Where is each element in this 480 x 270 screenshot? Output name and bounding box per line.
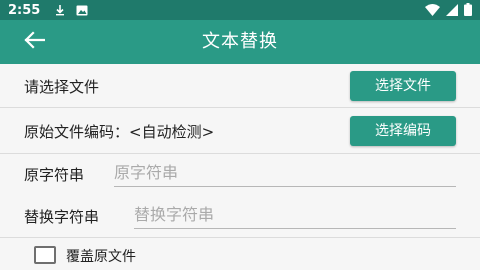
original-string-label: 原字符串: [24, 166, 85, 184]
status-time: 2:55: [8, 2, 41, 18]
signal-icon: [446, 1, 458, 20]
original-string-row: 原字符串 原字符串: [0, 154, 480, 194]
app-bar: 文本替换: [0, 20, 480, 64]
replace-string-row: 替换字符串 替换字符串: [0, 196, 480, 238]
replace-string-label: 替换字符串: [24, 208, 100, 226]
battery-icon: [464, 1, 472, 20]
replace-string-input[interactable]: 替换字符串: [134, 202, 456, 229]
file-label: 请选择文件: [24, 78, 100, 96]
overwrite-row: 覆盖原文件: [0, 238, 480, 270]
original-string-input[interactable]: 原字符串: [114, 160, 456, 187]
select-file-button[interactable]: 选择文件: [350, 71, 456, 101]
encoding-row: 原始文件编码：<自动检测> 选择编码: [0, 108, 480, 154]
status-bar: 2:55: [0, 0, 480, 20]
download-icon: [54, 4, 66, 16]
file-row: 请选择文件 选择文件: [0, 64, 480, 108]
select-encoding-button[interactable]: 选择编码: [350, 116, 456, 146]
image-icon: [76, 5, 88, 16]
wifi-icon: [425, 1, 440, 20]
overwrite-checkbox[interactable]: [34, 246, 56, 264]
page-title: 文本替换: [202, 31, 278, 52]
overwrite-label: 覆盖原文件: [66, 249, 136, 265]
encoding-label: 原始文件编码：<自动检测>: [24, 123, 215, 141]
